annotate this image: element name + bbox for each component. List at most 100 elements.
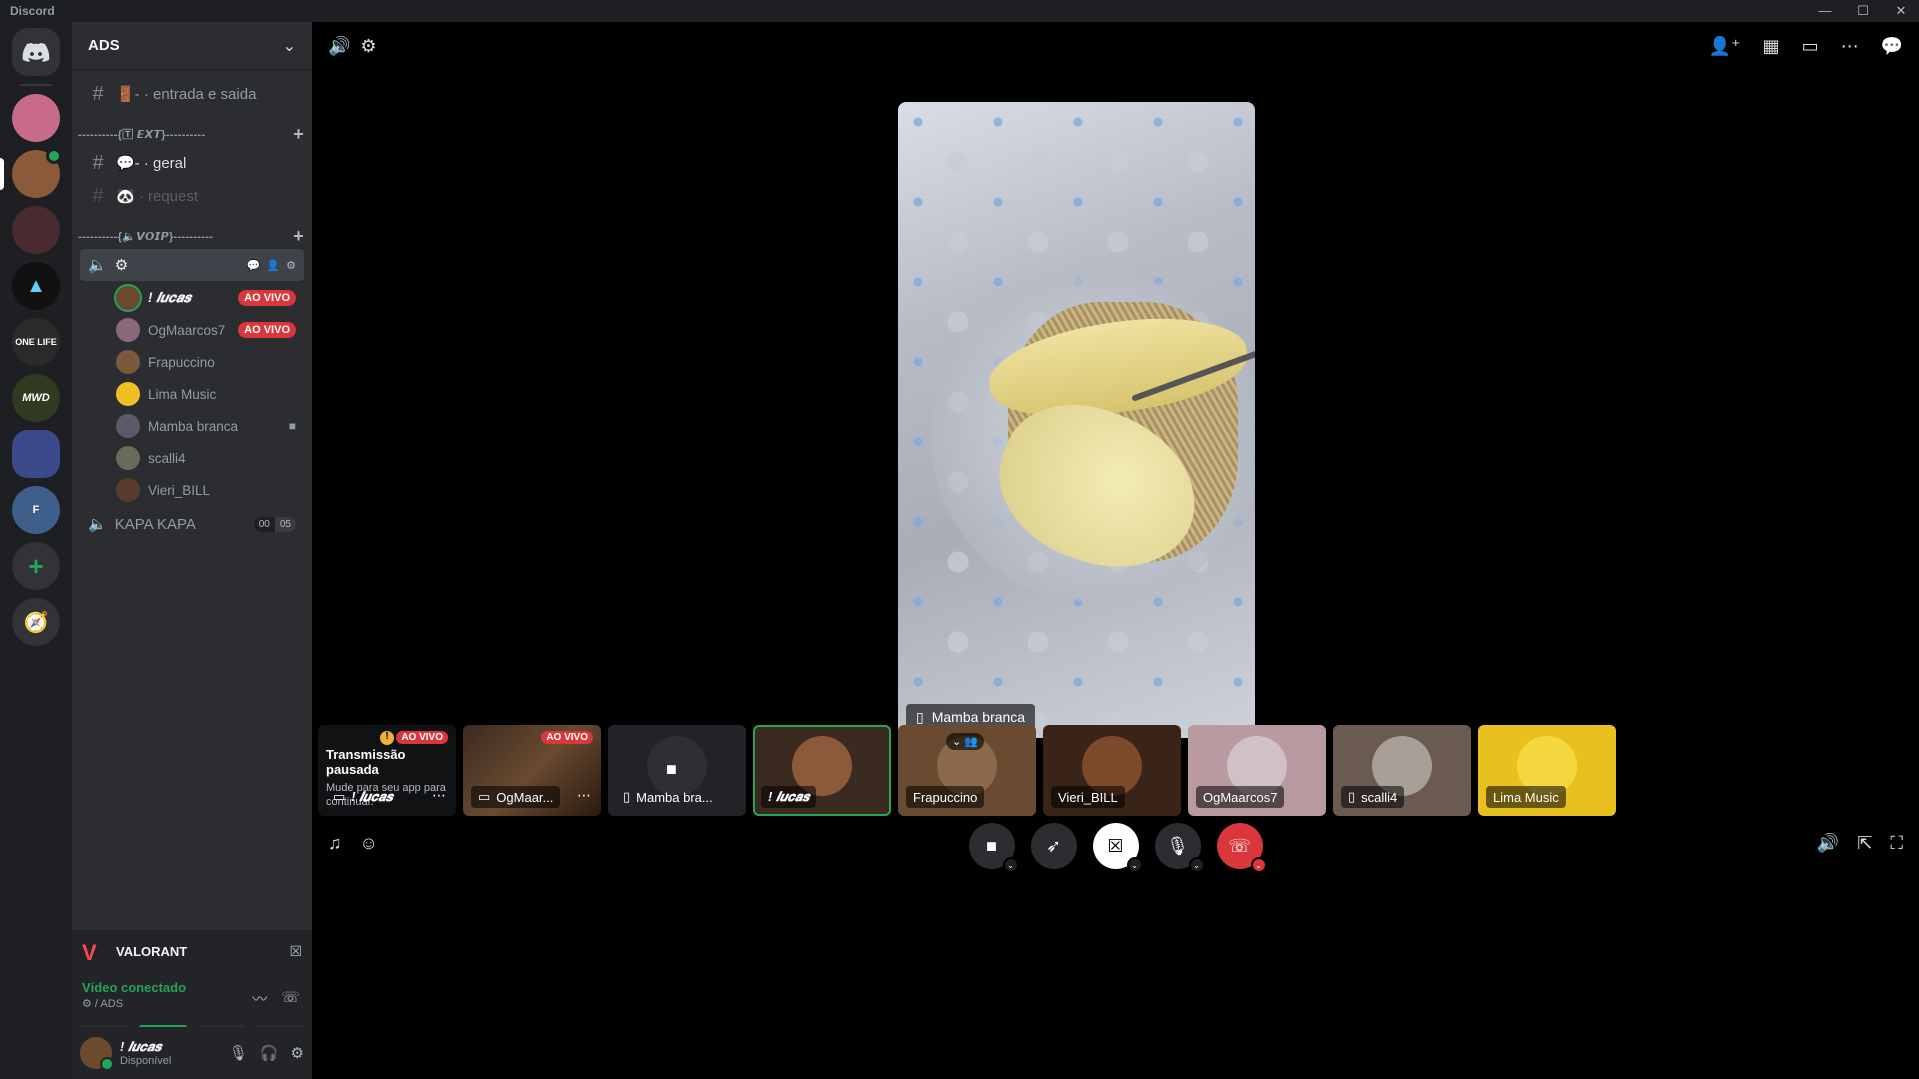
tile-name: ! 𝒍𝒖𝒄𝒂𝒔: [761, 786, 817, 808]
microphone-button[interactable]: 🎙 ⌄: [1154, 823, 1205, 873]
voice-stage: 🔊 ⚙︎ 👤⁺ ▦ ▭ ⋯ 💬 ▯ Mamba branca ! AO VIVO…: [312, 22, 1919, 1079]
camera-icon: ■: [288, 419, 296, 433]
voice-user[interactable]: Frapuccino: [108, 346, 304, 378]
voice-channel-kapa[interactable]: 🔈 KAPA KAPA 00 05: [80, 508, 304, 540]
guild-server-6[interactable]: MWD: [12, 374, 60, 422]
chevron-down-icon[interactable]: ⌄: [1002, 857, 1019, 873]
participant-tile[interactable]: ! 𝒍𝒖𝒄𝒂𝒔: [753, 725, 891, 816]
voice-channel[interactable]: 🔈 ⚙︎ 💬 👤 ⚙: [80, 249, 304, 281]
home-button[interactable]: [12, 28, 60, 76]
microphone-icon[interactable]: 🎙: [229, 1044, 248, 1062]
voice-user[interactable]: OgMaarcos7 AO VIVO: [108, 314, 304, 346]
category-text[interactable]: ----------{🅃 𝙀𝙓𝙏}---------- +: [72, 122, 312, 146]
gear-icon[interactable]: ⚙: [291, 1044, 304, 1062]
live-badge: AO VIVO: [238, 290, 296, 306]
guild-label: F: [32, 504, 40, 516]
more-icon[interactable]: ⋯: [1841, 36, 1859, 57]
live-badge: AO VIVO: [541, 731, 593, 744]
volume-icon[interactable]: 🔊: [1817, 833, 1839, 854]
guild-server-2[interactable]: [0, 148, 62, 198]
participant-tile[interactable]: ■ ▯ Mamba bra...: [608, 725, 746, 816]
grid-icon[interactable]: ▦: [1763, 36, 1780, 57]
more-icon[interactable]: ⋯: [577, 787, 591, 804]
voice-user[interactable]: Lima Music: [108, 378, 304, 410]
stop-stream-button[interactable]: ☒ ⌄: [1092, 823, 1143, 873]
close-activity-icon[interactable]: ☒: [289, 943, 302, 960]
disconnect-icon[interactable]: ☏: [281, 988, 300, 1009]
popout-icon[interactable]: ⇱: [1857, 833, 1872, 854]
user-panel: ! 𝒍𝒖𝒄𝒂𝒔 Disponível 🎙 🎧 ⚙: [72, 1027, 312, 1079]
guild-server-1[interactable]: [12, 94, 60, 142]
camera-button[interactable]: ■ ⌄: [968, 823, 1019, 873]
channel-entrada[interactable]: # 🚪- · entrada e saida: [80, 78, 304, 110]
add-server-button[interactable]: +: [12, 542, 60, 590]
live-badge: AO VIVO: [238, 322, 296, 338]
channel-label: 🐼 · request: [116, 188, 199, 205]
fullscreen-icon[interactable]: ⛶: [1890, 833, 1903, 854]
activity-panel: V VALORANT ☒: [72, 930, 312, 974]
participant-tile[interactable]: Lima Music: [1478, 725, 1616, 816]
guild-label: ONE LIFE: [15, 337, 57, 347]
guild-server-7[interactable]: F: [12, 486, 60, 534]
chat-icon[interactable]: 💬: [247, 259, 261, 272]
main-video[interactable]: ▯ Mamba branca: [898, 102, 1255, 738]
avatar: [116, 478, 140, 502]
plus-icon: +: [28, 550, 44, 581]
stop-stream-icon: ☒: [1107, 835, 1124, 856]
chevron-down-icon[interactable]: ⌄: [1250, 857, 1267, 873]
category-voip[interactable]: ----------{🔈𝙑𝙊𝙄𝙋}---------- +: [72, 224, 312, 248]
channel-request[interactable]: # 🐼 · request: [80, 180, 304, 212]
plus-icon[interactable]: +: [293, 124, 304, 145]
channel-label: ⚙︎: [360, 35, 377, 56]
more-icon[interactable]: ⋯: [432, 787, 446, 804]
participant-tile[interactable]: ⌄ 👥 Frapuccino: [898, 725, 1036, 816]
tile-name: ▯ scalli4: [1341, 786, 1405, 808]
maximize-button[interactable]: ☐: [1855, 3, 1871, 19]
avatar[interactable]: [80, 1037, 114, 1071]
server-list: ▲ ONE LIFE MWD F + 🧭: [0, 22, 72, 1079]
chevron-down-icon[interactable]: ⌄: [1188, 857, 1205, 873]
guild-folder[interactable]: [12, 430, 60, 478]
add-user-icon[interactable]: 👤⁺: [1709, 36, 1741, 57]
voice-user[interactable]: ! 𝒍𝒖𝒄𝒂𝒔 AO VIVO: [108, 282, 304, 314]
activities-button[interactable]: ➶: [1030, 823, 1077, 869]
tile-name: ▭ ! 𝒍𝒖𝒄𝒂𝒔: [326, 786, 400, 808]
voice-badge-icon: [46, 148, 62, 164]
avatar: [116, 414, 140, 438]
warning-icon: !: [380, 731, 394, 745]
active-indicator: [0, 158, 4, 190]
participant-tile[interactable]: Vieri_BILL: [1043, 725, 1181, 816]
participant-tile[interactable]: OgMaarcos7: [1188, 725, 1326, 816]
voice-user[interactable]: Mamba branca ■: [108, 410, 304, 442]
voice-user[interactable]: Vieri_BILL: [108, 474, 304, 506]
live-badge: AO VIVO: [396, 731, 448, 744]
chat-icon[interactable]: 💬: [1881, 36, 1903, 57]
title-bar: Discord — ☐ ✕: [0, 0, 1919, 22]
invite-icon[interactable]: 👤: [266, 259, 280, 272]
guild-server-5[interactable]: ONE LIFE: [12, 318, 60, 366]
mobile-icon: ▯: [1348, 789, 1356, 804]
chevron-down-icon[interactable]: ⌄: [1126, 857, 1143, 873]
noise-suppression-icon[interactable]: 〰: [252, 988, 267, 1009]
participant-name: ! 𝒍𝒖𝒄𝒂𝒔: [351, 789, 393, 804]
avatar: [116, 382, 140, 406]
close-button[interactable]: ✕: [1893, 3, 1909, 19]
headphones-icon[interactable]: 🎧: [260, 1044, 279, 1062]
minimize-button[interactable]: —: [1817, 3, 1833, 19]
guild-server-4[interactable]: ▲: [12, 262, 60, 310]
popout-icon[interactable]: ▭: [1802, 36, 1819, 57]
disconnect-button[interactable]: ☏ ⌄: [1216, 823, 1267, 873]
voice-user[interactable]: scalli4: [108, 442, 304, 474]
participant-tile[interactable]: ! AO VIVO Transmissão pausada Mude para …: [318, 725, 456, 816]
participant-tile[interactable]: AO VIVO ▭ OgMaar... ⋯: [463, 725, 601, 816]
explore-button[interactable]: 🧭: [12, 598, 60, 646]
gear-icon[interactable]: ⚙: [286, 259, 296, 272]
channel-geral[interactable]: # 💬- · geral: [80, 147, 304, 179]
watch-stream-icon[interactable]: ⌄ 👥: [946, 733, 984, 750]
participant-tile[interactable]: ▯ scalli4: [1333, 725, 1471, 816]
guild-server-3[interactable]: [12, 206, 60, 254]
server-header[interactable]: ADS ⌄: [72, 22, 312, 70]
camera-icon: ■: [986, 835, 997, 856]
server-name: ADS: [88, 37, 120, 54]
plus-icon[interactable]: +: [293, 226, 304, 247]
